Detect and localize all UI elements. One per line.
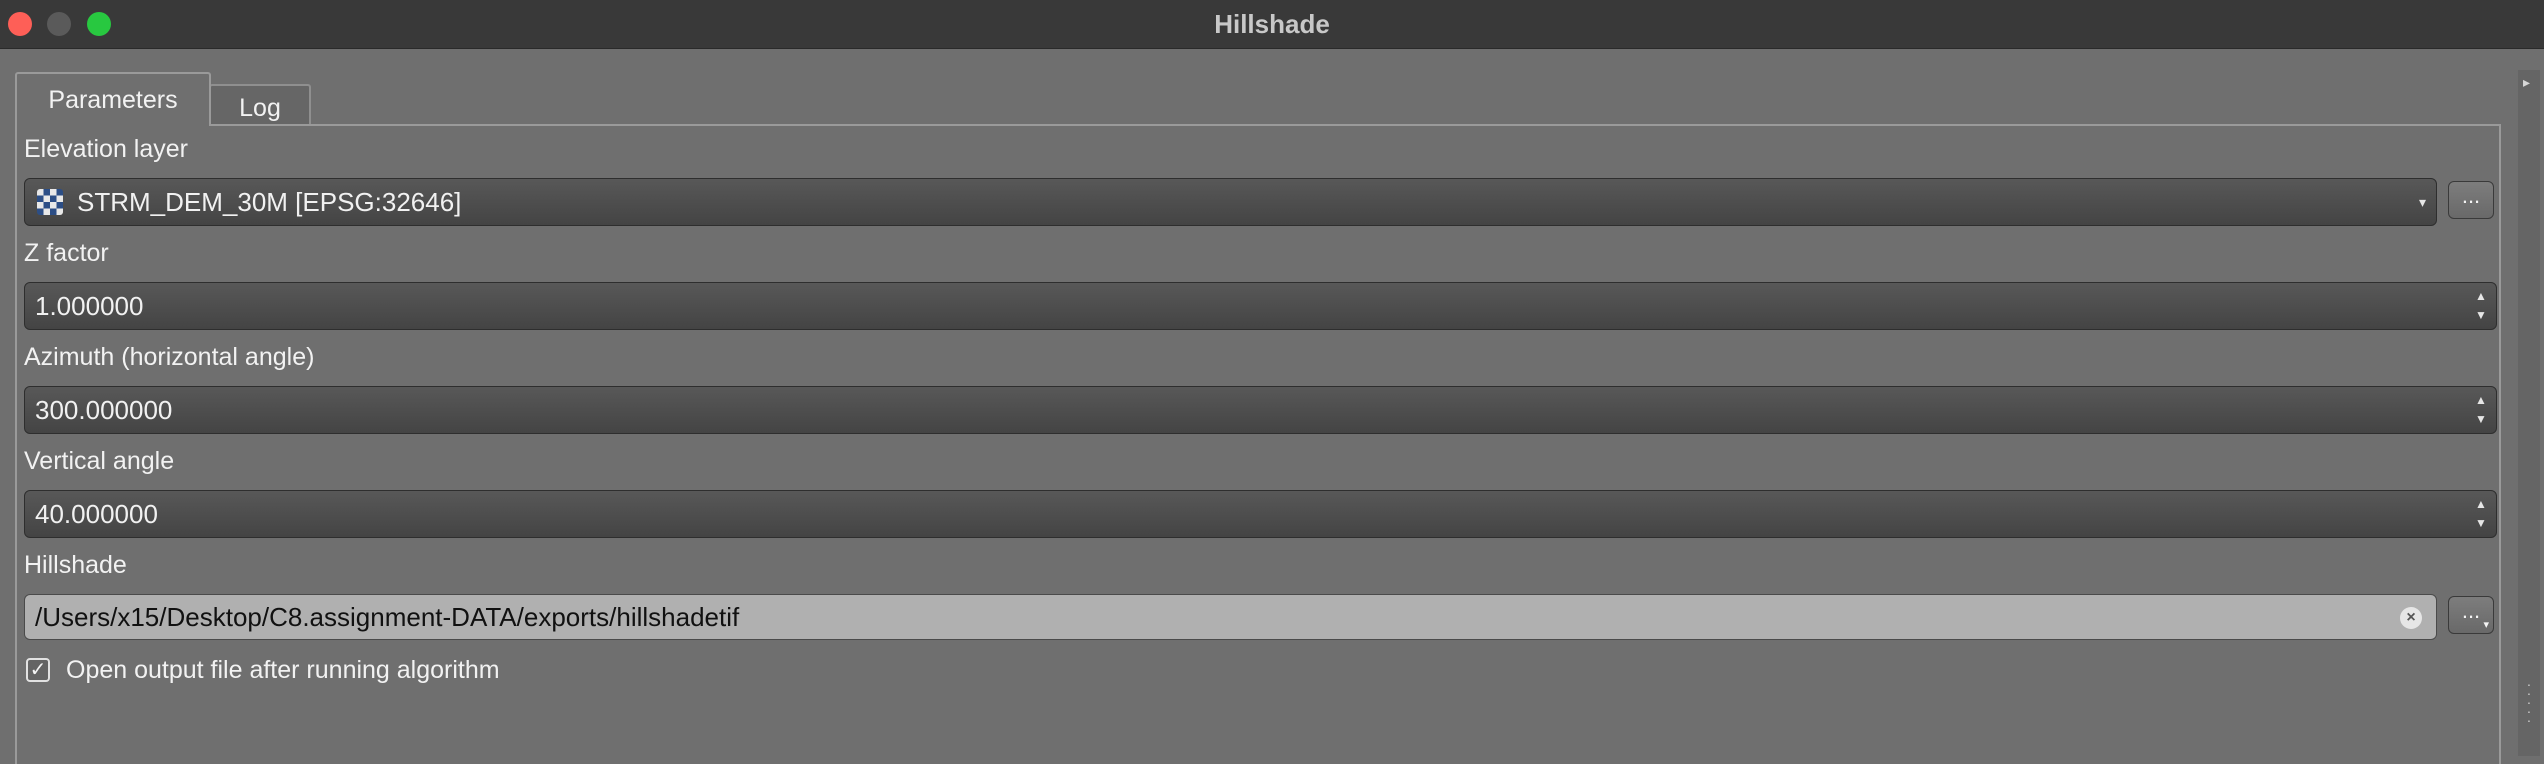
stepper-arrows-icon[interactable]: ▲ ▼ <box>2474 287 2488 325</box>
clear-icon[interactable]: × <box>2400 607 2422 629</box>
vertical-scrollbar[interactable] <box>2518 70 2540 756</box>
browse-label: ... <box>2461 598 2481 623</box>
raster-layer-icon <box>37 189 63 215</box>
chevron-down-icon: ▾ <box>2418 194 2426 210</box>
title-bar: Hillshade <box>0 0 2544 49</box>
hillshade-output-path-value: /Users/x15/Desktop/C8.assignment-DATA/ex… <box>35 602 740 632</box>
stepper-arrows-icon[interactable]: ▲ ▼ <box>2474 495 2488 533</box>
hillshade-output-browse-button[interactable]: ... ▾ <box>2448 596 2494 634</box>
elevation-layer-select[interactable]: STRM_DEM_30M [EPSG:32646] ▾ <box>24 178 2437 226</box>
z-factor-value: 1.000000 <box>35 291 144 321</box>
window-title: Hillshade <box>1214 9 1330 39</box>
resize-grip-icon[interactable]: · · · · · <box>2526 677 2532 727</box>
hillshade-output-label: Hillshade <box>24 551 127 579</box>
elevation-layer-value: STRM_DEM_30M [EPSG:32646] <box>77 187 462 217</box>
elevation-layer-browse-button[interactable]: ... <box>2448 181 2494 219</box>
azimuth-value: 300.000000 <box>35 395 173 425</box>
vertical-angle-value: 40.000000 <box>35 499 158 529</box>
azimuth-spinbox[interactable]: 300.000000 ▲ ▼ <box>24 386 2497 434</box>
panel-expand-arrow-icon[interactable]: ▸ <box>2523 74 2530 91</box>
tab-log[interactable]: Log <box>209 84 311 126</box>
elevation-layer-label: Elevation layer <box>24 135 188 163</box>
open-output-checkbox[interactable]: ✓ <box>26 658 50 682</box>
hillshade-output-path-input[interactable]: /Users/x15/Desktop/C8.assignment-DATA/ex… <box>24 594 2437 640</box>
z-factor-label: Z factor <box>24 239 109 267</box>
tab-parameters[interactable]: Parameters <box>15 72 211 126</box>
z-factor-spinbox[interactable]: 1.000000 ▲ ▼ <box>24 282 2497 330</box>
stepper-arrows-icon[interactable]: ▲ ▼ <box>2474 391 2488 429</box>
open-output-label: Open output file after running algorithm <box>66 656 500 684</box>
azimuth-label: Azimuth (horizontal angle) <box>24 343 315 371</box>
vertical-angle-label: Vertical angle <box>24 447 175 475</box>
caret-down-icon: ▾ <box>2483 619 2489 631</box>
vertical-angle-spinbox[interactable]: 40.000000 ▲ ▼ <box>24 490 2497 538</box>
